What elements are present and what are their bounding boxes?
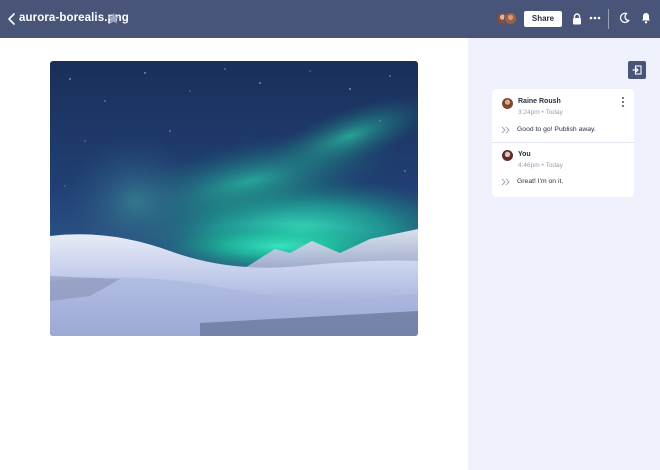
more-horizontal-icon[interactable] xyxy=(589,15,601,21)
bell-icon[interactable] xyxy=(641,12,651,24)
comment-author: You xyxy=(518,151,531,158)
comment-day: Today xyxy=(545,162,563,169)
more-vertical-icon[interactable] xyxy=(621,96,625,108)
exit-panel-icon xyxy=(632,65,642,75)
comments-panel: Raine Roush 3:24pm • Today Good to go! P… xyxy=(468,38,660,470)
collapse-panel-button[interactable] xyxy=(628,61,646,79)
comment-meta: 3:24pm • Today xyxy=(518,109,563,116)
comment-time: 4:46pm xyxy=(518,162,540,169)
double-chevron-right-icon[interactable] xyxy=(501,178,510,186)
comment-item: You 4:46pm • Today Great! I'm on it. xyxy=(492,143,634,197)
canvas-area xyxy=(0,38,468,470)
double-chevron-right-icon[interactable] xyxy=(501,126,510,134)
share-button[interactable]: Share xyxy=(524,11,562,27)
collaborator-avatars[interactable] xyxy=(496,12,518,26)
header-divider xyxy=(608,9,609,29)
comment-time: 3:24pm xyxy=(518,109,540,116)
chevron-left-icon[interactable] xyxy=(7,12,17,26)
aurora-image[interactable] xyxy=(50,61,418,336)
comment-item: Raine Roush 3:24pm • Today Good to go! P… xyxy=(492,89,634,142)
comment-meta: 4:46pm • Today xyxy=(518,162,563,169)
moon-icon[interactable] xyxy=(619,12,630,24)
avatar xyxy=(504,12,517,25)
comment-text: Great! I'm on it. xyxy=(517,178,564,185)
lock-icon[interactable] xyxy=(572,13,582,25)
comment-thread: Raine Roush 3:24pm • Today Good to go! P… xyxy=(492,89,634,197)
comment-day: Today xyxy=(545,109,563,116)
avatar xyxy=(502,150,513,161)
top-bar: aurora-borealis.png Share xyxy=(0,0,660,38)
comment-text: Good to go! Publish away. xyxy=(517,126,596,133)
avatar xyxy=(502,98,513,109)
comment-author: Raine Roush xyxy=(518,98,561,105)
star-icon[interactable] xyxy=(107,12,120,25)
